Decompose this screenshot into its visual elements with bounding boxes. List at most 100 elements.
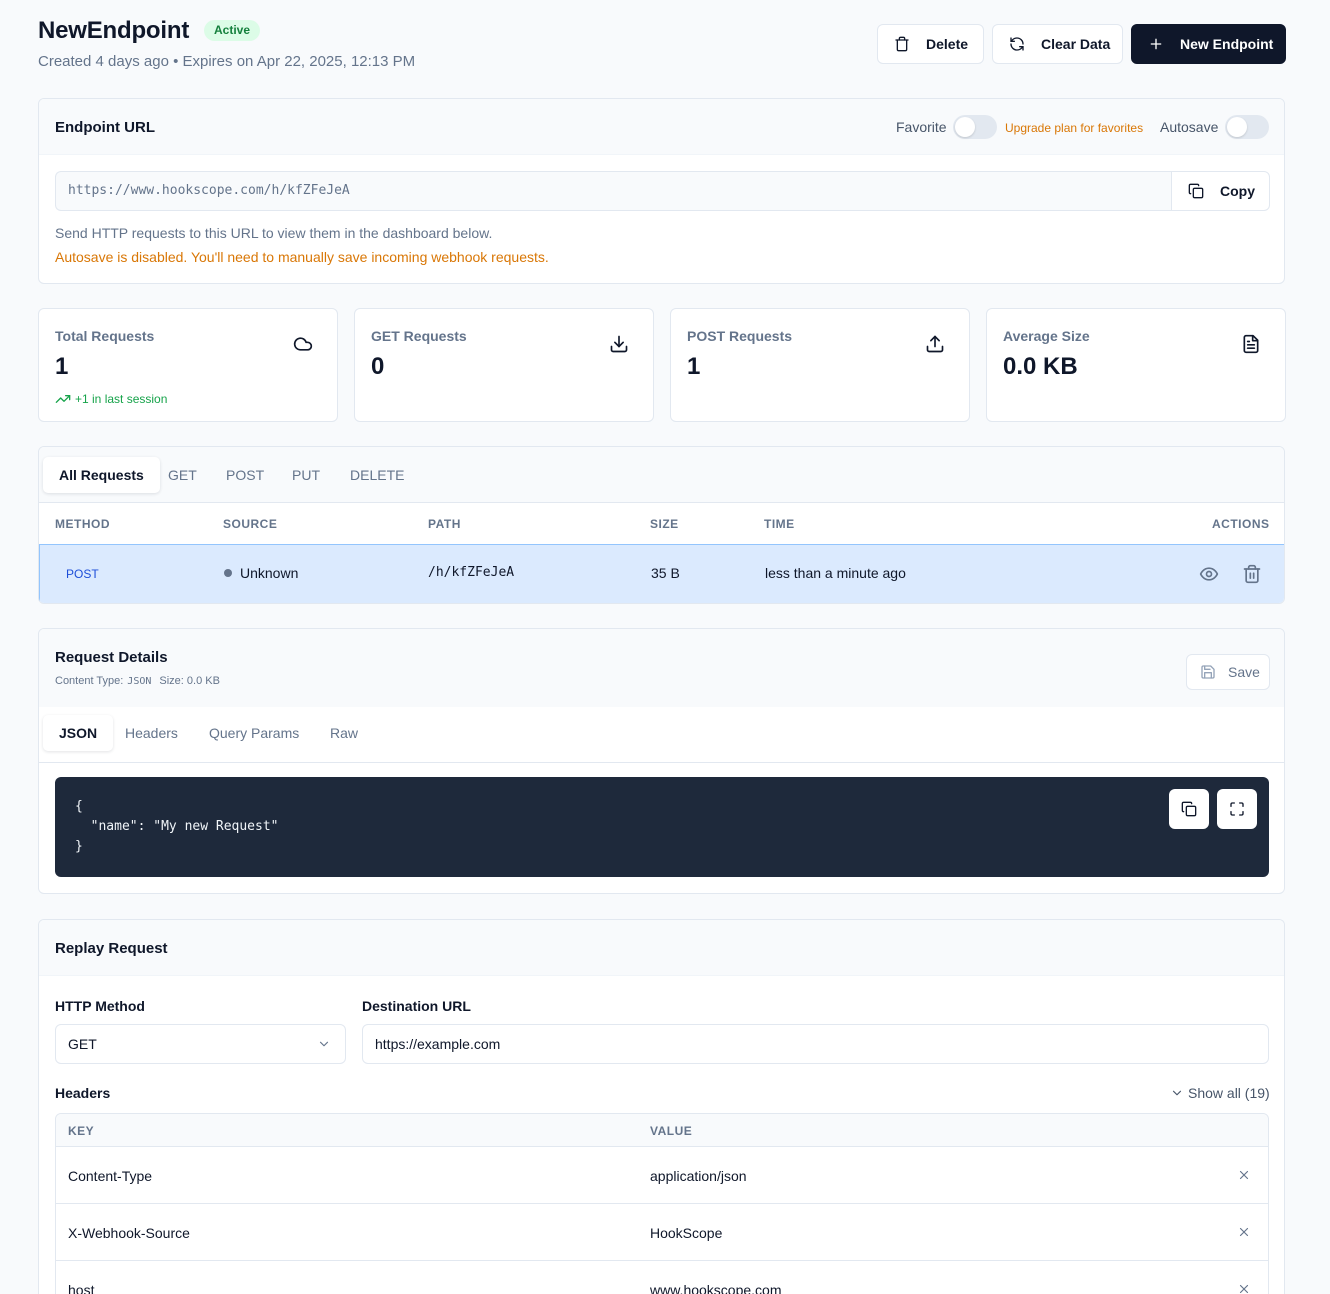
- stat-card-post: POST Requests 1: [670, 308, 970, 422]
- plus-icon: [1150, 38, 1162, 50]
- tab-all-requests[interactable]: All Requests: [43, 457, 160, 493]
- header-key[interactable]: X-Webhook-Source: [68, 1225, 190, 1241]
- headers-table: KEY VALUE Content-Type application/json …: [55, 1113, 1269, 1294]
- column-header-actions: ACTIONS: [1212, 517, 1270, 531]
- close-icon[interactable]: [1237, 1282, 1251, 1294]
- headers-table-head: KEY VALUE: [56, 1114, 1268, 1146]
- headers-label: Headers: [55, 1085, 111, 1101]
- request-size: 35 B: [651, 565, 680, 581]
- column-header-size: SIZE: [650, 517, 679, 531]
- stat-value: 1: [55, 353, 69, 380]
- tab-headers[interactable]: Headers: [109, 715, 194, 751]
- source-dot-icon: [224, 569, 232, 577]
- column-header-source: SOURCE: [223, 517, 278, 531]
- endpoint-url-field[interactable]: https://www.hookscope.com/h/kfZFeJeA: [55, 171, 1171, 211]
- http-method-label: HTTP Method: [55, 998, 145, 1014]
- stat-label: POST Requests: [687, 328, 793, 344]
- close-icon[interactable]: [1237, 1168, 1251, 1182]
- fullscreen-button[interactable]: [1217, 789, 1257, 829]
- autosave-warning: Autosave is disabled. You'll need to man…: [55, 249, 549, 265]
- request-details-header: Request Details Content Type: JSON Size:…: [39, 629, 1284, 707]
- header-row: Content-Type application/json: [56, 1146, 1268, 1203]
- code-line: "name": "My new Request": [75, 819, 279, 834]
- stat-label: Average Size: [1003, 328, 1090, 344]
- column-header-value: VALUE: [650, 1124, 693, 1138]
- request-method: POST: [66, 567, 99, 581]
- request-details-card: Request Details Content Type: JSON Size:…: [38, 628, 1285, 894]
- header-value[interactable]: application/json: [650, 1168, 747, 1184]
- clear-data-button[interactable]: Clear Data: [992, 24, 1123, 64]
- upgrade-plan-link[interactable]: Upgrade plan for favorites: [1005, 121, 1143, 135]
- page-subtitle: Created 4 days ago • Expires on Apr 22, …: [38, 53, 416, 70]
- replay-request-header: Replay Request: [39, 920, 1284, 976]
- trash-icon[interactable]: [1242, 564, 1262, 584]
- http-method-select[interactable]: GET: [55, 1024, 346, 1064]
- new-endpoint-button-label: New Endpoint: [1180, 36, 1274, 52]
- code-line: {: [75, 799, 83, 814]
- download-icon: [610, 335, 628, 353]
- content-type-label: Content Type:: [55, 675, 124, 687]
- header-row: host www.hookscope.com: [56, 1260, 1268, 1294]
- json-code-block: { "name": "My new Request" }: [55, 777, 1269, 877]
- copy-code-button[interactable]: [1169, 789, 1209, 829]
- tab-put[interactable]: PUT: [276, 457, 336, 493]
- eye-icon[interactable]: [1199, 564, 1219, 584]
- header-value[interactable]: www.hookscope.com: [650, 1282, 782, 1294]
- save-button-label: Save: [1228, 664, 1260, 680]
- stat-value: 1: [687, 353, 701, 380]
- copy-url-button[interactable]: Copy: [1171, 171, 1270, 211]
- tab-post[interactable]: POST: [210, 457, 280, 493]
- new-endpoint-button[interactable]: New Endpoint: [1131, 24, 1286, 64]
- tab-json[interactable]: JSON: [43, 715, 114, 751]
- request-details-title: Request Details: [55, 649, 168, 666]
- chevron-down-icon: [319, 1041, 329, 1047]
- header-key[interactable]: host: [68, 1282, 94, 1294]
- endpoint-help-text: Send HTTP requests to this URL to view t…: [55, 225, 493, 241]
- tab-delete[interactable]: DELETE: [334, 457, 420, 493]
- destination-url-input[interactable]: https://example.com: [362, 1024, 1269, 1064]
- save-button[interactable]: Save: [1186, 654, 1270, 690]
- stat-card-total: Total Requests 1 +1 in last session: [38, 308, 338, 422]
- stat-card-average-size: Average Size 0.0 KB: [986, 308, 1286, 422]
- tab-query-params[interactable]: Query Params: [193, 715, 315, 751]
- header-value[interactable]: HookScope: [650, 1225, 722, 1241]
- replay-request-title: Replay Request: [55, 940, 168, 957]
- file-icon: [1243, 334, 1259, 354]
- cloud-icon: [293, 337, 313, 351]
- stat-value: 0.0 KB: [1003, 353, 1078, 380]
- replay-request-card: Replay Request HTTP Method GET Destinati…: [38, 919, 1285, 1294]
- column-header-time: TIME: [764, 517, 795, 531]
- autosave-toggle[interactable]: [1225, 115, 1269, 139]
- stat-trend-label: +1 in last session: [75, 392, 168, 406]
- delete-button[interactable]: Delete: [877, 24, 984, 64]
- chevron-down-icon: [1172, 1090, 1182, 1096]
- show-all-label: Show all (19): [1188, 1085, 1270, 1101]
- request-source: Unknown: [240, 565, 299, 581]
- upload-icon: [926, 335, 944, 353]
- tab-raw[interactable]: Raw: [314, 715, 374, 751]
- requests-tabs: All Requests GET POST PUT DELETE: [39, 447, 1284, 503]
- expand-icon: [1230, 802, 1244, 816]
- autosave-label: Autosave: [1160, 119, 1219, 135]
- close-icon[interactable]: [1237, 1225, 1251, 1239]
- header-row: X-Webhook-Source HookScope: [56, 1203, 1268, 1260]
- stat-label: Total Requests: [55, 328, 155, 344]
- stat-value: 0: [371, 353, 385, 380]
- save-icon: [1201, 665, 1215, 679]
- trending-up-icon: [55, 395, 71, 403]
- header-key[interactable]: Content-Type: [68, 1168, 152, 1184]
- stat-label: GET Requests: [371, 328, 467, 344]
- copy-button-label: Copy: [1220, 183, 1255, 199]
- show-all-headers-toggle[interactable]: Show all (19): [1170, 1085, 1270, 1101]
- requests-card: All Requests GET POST PUT DELETE METHOD …: [38, 446, 1285, 604]
- favorite-toggle[interactable]: [953, 115, 997, 139]
- endpoint-url-header: Endpoint URL Favorite Upgrade plan for f…: [39, 99, 1284, 155]
- column-header-path: PATH: [428, 517, 461, 531]
- request-time: less than a minute ago: [765, 565, 906, 581]
- tab-get[interactable]: GET: [152, 457, 213, 493]
- table-row[interactable]: POST Unknown /h/kfZFeJeA 35 B less than …: [39, 544, 1284, 603]
- code-line: }: [75, 839, 83, 854]
- trash-icon: [895, 36, 909, 52]
- copy-icon: [1181, 801, 1197, 817]
- clear-data-button-label: Clear Data: [1041, 36, 1111, 52]
